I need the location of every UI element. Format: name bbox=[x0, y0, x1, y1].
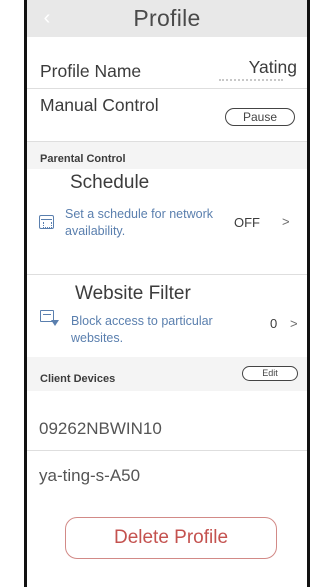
client-devices-section-title: Client Devices bbox=[40, 373, 116, 385]
divider bbox=[27, 274, 307, 275]
chevron-right-icon: > bbox=[290, 316, 298, 331]
page-title: Profile bbox=[133, 5, 201, 31]
schedule-title: Schedule bbox=[70, 172, 150, 193]
website-filter-description: Block access to particular websites. bbox=[71, 314, 213, 345]
edit-button[interactable]: Edit bbox=[242, 366, 298, 381]
parental-control-section-title: Parental Control bbox=[40, 153, 126, 165]
pause-button[interactable]: Pause bbox=[225, 108, 295, 126]
schedule-description: Set a schedule for network availability. bbox=[65, 207, 213, 238]
delete-profile-button[interactable]: Delete Profile bbox=[65, 517, 277, 559]
profile-name-row[interactable]: Profile Name Yating bbox=[27, 37, 307, 87]
website-filter-title: Website Filter bbox=[75, 283, 191, 304]
calendar-icon bbox=[39, 215, 54, 229]
header-bar: ‹ Profile bbox=[27, 0, 307, 37]
schedule-status: OFF bbox=[234, 215, 260, 230]
chevron-right-icon: > bbox=[282, 214, 290, 229]
client-device-item[interactable]: 09262NBWIN10 bbox=[39, 419, 162, 439]
manual-control-label: Manual Control bbox=[40, 95, 159, 115]
page: ‹ Profile Profile Name Yating Manual Con… bbox=[0, 0, 328, 587]
profile-name-label: Profile Name bbox=[40, 61, 142, 81]
back-icon[interactable]: ‹ bbox=[37, 7, 57, 29]
website-filter-icon bbox=[40, 310, 59, 326]
client-device-item[interactable]: ya-ting-s-A50 bbox=[39, 466, 140, 486]
manual-control-row: Manual Control Pause bbox=[27, 88, 307, 140]
website-filter-count: 0 bbox=[270, 316, 278, 331]
phone-screen: ‹ Profile Profile Name Yating Manual Con… bbox=[24, 0, 310, 587]
divider bbox=[27, 450, 307, 451]
profile-name-value: Yating bbox=[248, 57, 297, 77]
faded-text-trace bbox=[219, 79, 283, 83]
